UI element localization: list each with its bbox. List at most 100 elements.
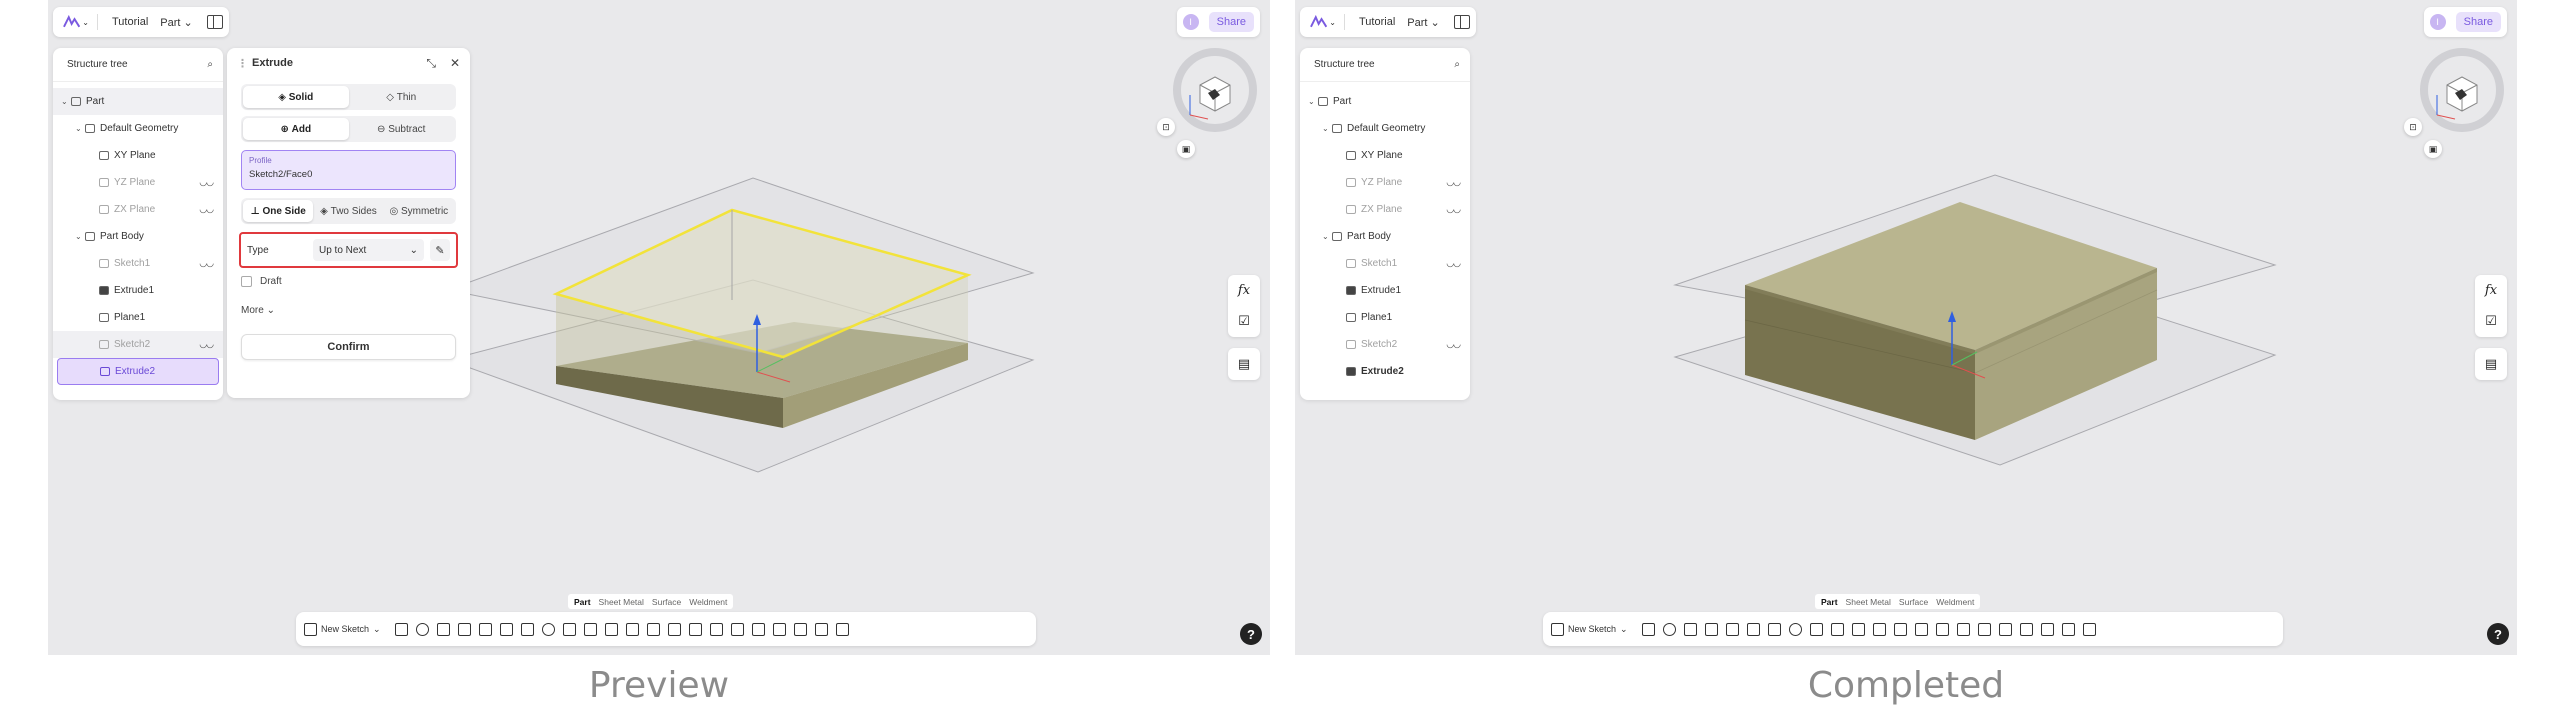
sweep-tool-icon[interactable] xyxy=(436,622,450,636)
hidden-eye-icon[interactable]: ◡◡ xyxy=(199,339,214,350)
zoom-fit-icon[interactable]: ⊡ xyxy=(1157,118,1175,136)
axis-tool-icon[interactable] xyxy=(751,622,765,636)
avatar[interactable]: I xyxy=(1182,14,1199,30)
chevron-down-icon[interactable]: ⌄ xyxy=(1308,97,1318,106)
chevron-down-icon[interactable]: ⌄ xyxy=(75,232,85,241)
share-button[interactable]: Share xyxy=(1208,12,1254,32)
more-tools-icon[interactable] xyxy=(835,622,849,636)
boolean-tool-icon[interactable] xyxy=(1935,622,1949,636)
close-icon[interactable]: ✕ xyxy=(450,56,460,71)
revolve-tool-icon[interactable] xyxy=(415,622,429,636)
tree-item-yz-plane[interactable]: YZ Plane ◡◡ xyxy=(53,169,223,196)
zoom-fit-icon[interactable]: ⊡ xyxy=(2404,118,2422,136)
hidden-eye-icon[interactable]: ◡◡ xyxy=(1446,258,1461,269)
hidden-eye-icon[interactable]: ◡◡ xyxy=(1446,339,1461,350)
tree-item-yz-plane[interactable]: YZ Plane ◡◡ xyxy=(1300,169,1470,196)
pattern-tool-icon[interactable] xyxy=(1872,622,1886,636)
one-side-option[interactable]: ⊥ One Side xyxy=(243,200,314,222)
shell-tool-icon[interactable] xyxy=(583,622,597,636)
tab-part[interactable]: Part xyxy=(571,597,594,607)
view-cube[interactable] xyxy=(2407,45,2507,140)
section-tool-icon[interactable] xyxy=(2061,622,2075,636)
tree-item-xy-plane[interactable]: XY Plane xyxy=(53,142,223,169)
hole-tool-icon[interactable] xyxy=(499,622,513,636)
extrude-tool-icon[interactable] xyxy=(1641,622,1655,636)
hidden-eye-icon[interactable]: ◡◡ xyxy=(199,258,214,269)
tree-item-part-body[interactable]: ⌄ Part Body xyxy=(53,223,223,250)
point-tool-icon[interactable] xyxy=(2019,622,2033,636)
tree-item-plane1[interactable]: Plane1 xyxy=(53,304,223,331)
boolean-tool-icon[interactable] xyxy=(688,622,702,636)
hole-tool-icon[interactable] xyxy=(1746,622,1760,636)
tree-item-part[interactable]: ⌄ Part xyxy=(53,88,223,115)
checklist-icon[interactable]: ☑ xyxy=(1238,313,1250,329)
tree-item-extrude2[interactable]: Extrude2 xyxy=(57,358,219,385)
formula-icon[interactable]: fx xyxy=(1238,283,1250,298)
tree-item-extrude1[interactable]: Extrude1 xyxy=(53,277,223,304)
new-sketch-button[interactable]: New Sketch ⌄ xyxy=(1551,622,1628,636)
tab-sheet-metal[interactable]: Sheet Metal xyxy=(1843,597,1894,607)
tree-item-extrude1[interactable]: Extrude1 xyxy=(1300,277,1470,304)
hidden-eye-icon[interactable]: ◡◡ xyxy=(199,177,214,188)
part-dropdown[interactable]: Part ⌄ xyxy=(160,16,192,29)
search-icon[interactable]: ⌕ xyxy=(207,59,213,70)
avatar[interactable]: I xyxy=(2429,14,2446,30)
help-button[interactable]: ? xyxy=(1240,623,1262,645)
split-tool-icon[interactable] xyxy=(1956,622,1970,636)
measure-tool-icon[interactable] xyxy=(2040,622,2054,636)
type-dropdown[interactable]: Up to Next ⌄ xyxy=(313,239,424,261)
tree-item-zx-plane[interactable]: ZX Plane ◡◡ xyxy=(1300,196,1470,223)
pin-icon[interactable]: ⤡ xyxy=(426,56,436,71)
tree-item-sketch2[interactable]: Sketch2 ◡◡ xyxy=(53,331,223,358)
tab-surface[interactable]: Surface xyxy=(1896,597,1931,607)
extrude-tool-icon[interactable] xyxy=(394,622,408,636)
plane-tool-icon[interactable] xyxy=(730,622,744,636)
symmetric-option[interactable]: ◎ Symmetric xyxy=(384,200,454,222)
tree-item-zx-plane[interactable]: ZX Plane ◡◡ xyxy=(53,196,223,223)
subtract-option[interactable]: ⊖ Subtract xyxy=(349,118,455,140)
mirror-tool-icon[interactable] xyxy=(646,622,660,636)
tab-surface[interactable]: Surface xyxy=(649,597,684,607)
tree-item-sketch1[interactable]: Sketch1 ◡◡ xyxy=(1300,250,1470,277)
tree-item-xy-plane[interactable]: XY Plane xyxy=(1300,142,1470,169)
draft-checkbox[interactable] xyxy=(241,276,252,287)
profile-field[interactable]: Profile Sketch2/Face0 xyxy=(241,150,456,190)
part-dropdown[interactable]: Part ⌄ xyxy=(1407,16,1439,29)
drag-handle-icon[interactable]: ⋮ xyxy=(237,57,248,70)
tree-item-part-body[interactable]: ⌄ Part Body xyxy=(1300,223,1470,250)
pattern-tool-icon[interactable] xyxy=(625,622,639,636)
tutorial-link[interactable]: Tutorial xyxy=(112,16,148,28)
confirm-button[interactable]: Confirm xyxy=(241,334,456,360)
sweep-tool-icon[interactable] xyxy=(1683,622,1697,636)
rib-tool-icon[interactable] xyxy=(478,622,492,636)
mirror-tool-icon[interactable] xyxy=(1893,622,1907,636)
help-button[interactable]: ? xyxy=(2487,623,2509,645)
tree-item-default-geometry[interactable]: ⌄ Default Geometry xyxy=(53,115,223,142)
axis-tool-icon[interactable] xyxy=(1998,622,2012,636)
share-button[interactable]: Share xyxy=(2455,12,2501,32)
chamfer-tool-icon[interactable] xyxy=(541,622,555,636)
thicken-tool-icon[interactable] xyxy=(1851,622,1865,636)
draft-tool-icon[interactable] xyxy=(1809,622,1823,636)
formula-icon[interactable]: fx xyxy=(2485,283,2497,298)
display-mode-icon[interactable]: ▣ xyxy=(2424,140,2442,158)
checklist-icon[interactable]: ☑ xyxy=(2485,313,2497,329)
hidden-eye-icon[interactable]: ◡◡ xyxy=(199,204,214,215)
tab-part[interactable]: Part xyxy=(1818,597,1841,607)
new-sketch-button[interactable]: New Sketch ⌄ xyxy=(304,622,381,636)
draft-tool-icon[interactable] xyxy=(562,622,576,636)
sidebar-toggle-icon[interactable] xyxy=(1453,15,1470,29)
tree-item-plane1[interactable]: Plane1 xyxy=(1300,304,1470,331)
plane-tool-icon[interactable] xyxy=(1977,622,1991,636)
thicken-tool-icon[interactable] xyxy=(604,622,618,636)
tree-item-default-geometry[interactable]: ⌄ Default Geometry xyxy=(1300,115,1470,142)
more-toggle[interactable]: More ⌄ xyxy=(241,305,456,316)
move-tool-icon[interactable] xyxy=(667,622,681,636)
revolve-tool-icon[interactable] xyxy=(1662,622,1676,636)
chamfer-tool-icon[interactable] xyxy=(1788,622,1802,636)
two-sides-option[interactable]: ◈ Two Sides xyxy=(313,200,383,222)
view-cube[interactable] xyxy=(1160,45,1260,140)
logo-icon[interactable]: ⌄ xyxy=(1306,12,1336,32)
split-tool-icon[interactable] xyxy=(709,622,723,636)
3d-viewport[interactable] xyxy=(1295,0,2517,655)
